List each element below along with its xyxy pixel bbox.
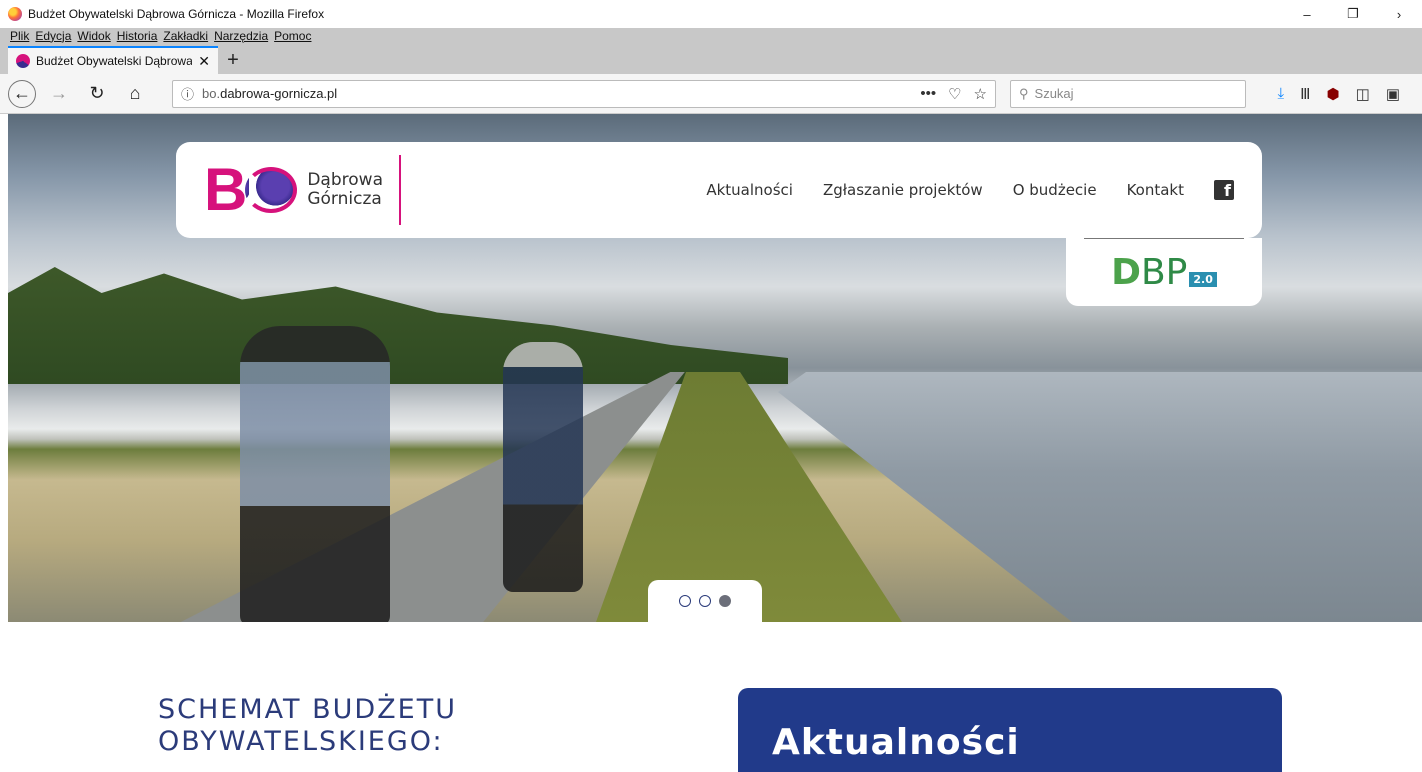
menu-pomoc[interactable]: Pomoc: [274, 29, 311, 43]
site-logo[interactable]: B Dąbrowa Górnicza: [204, 155, 401, 225]
arrow-left-icon: ←: [13, 83, 31, 103]
dbp-logo-bp: BP: [1140, 251, 1188, 293]
hero-cyclist-man: [503, 342, 583, 592]
firefox-icon: [8, 7, 22, 21]
logo-city-name: Dąbrowa Górnicza: [307, 171, 383, 208]
page-actions-icon[interactable]: •••: [920, 85, 936, 103]
menubar: Plik Edycja Widok Historia Zakładki Narz…: [0, 28, 1422, 44]
dbp-logo-d: D: [1111, 251, 1141, 293]
budget-schema-line2: OBYWATELSKIEGO:: [158, 726, 444, 758]
download-icon[interactable]: ⤓: [1278, 85, 1285, 102]
nav-kontakt[interactable]: Kontakt: [1127, 181, 1184, 199]
nav-o-budzecie[interactable]: O budżecie: [1013, 181, 1097, 199]
budget-schema-heading: SCHEMAT BUDŻETU OBYWATELSKIEGO:: [158, 694, 457, 759]
tab-close-icon[interactable]: ✕: [198, 53, 210, 70]
slider-dot-3[interactable]: [719, 595, 731, 607]
home-icon: ⌂: [129, 83, 141, 103]
menu-widok[interactable]: Widok: [77, 29, 110, 43]
tab-title: Budżet Obywatelski Dąbrowa G: [36, 54, 193, 68]
more-button[interactable]: ›: [1376, 7, 1422, 22]
site-favicon-icon: [16, 54, 30, 68]
pocket-icon[interactable]: ♡: [948, 85, 961, 103]
logo-letter: B: [204, 156, 248, 223]
toolbar-icons: ⤓ Ⅲ ⬢ ◫ ▣: [1278, 85, 1414, 103]
facebook-icon[interactable]: f: [1214, 180, 1234, 200]
dbp-logo: D BP 2.0: [1111, 252, 1217, 293]
hero-cyclist-woman: [240, 326, 390, 622]
info-icon[interactable]: ⓘ: [181, 84, 194, 103]
budget-schema-line1: SCHEMAT BUDŻETU: [158, 694, 457, 725]
window-titlebar: Budżet Obywatelski Dąbrowa Górnicza - Mo…: [0, 0, 1422, 28]
url-actions: ••• ♡ ☆: [920, 85, 987, 103]
logo-city-line1: Dąbrowa: [307, 170, 383, 191]
tab-strip: Budżet Obywatelski Dąbrowa G ✕ +: [0, 44, 1422, 74]
reload-icon: ↻: [89, 83, 105, 103]
nav-aktualnosci[interactable]: Aktualności: [706, 181, 793, 199]
minimize-button[interactable]: –: [1284, 7, 1330, 22]
url-prefix: bo.: [202, 86, 221, 101]
tab-active[interactable]: Budżet Obywatelski Dąbrowa G ✕: [8, 46, 218, 74]
logo-city-line2: Górnicza: [307, 189, 382, 209]
logo-hands-icon: [245, 167, 298, 213]
extension-icon[interactable]: ▣: [1386, 85, 1400, 103]
maximize-button[interactable]: ❐: [1330, 6, 1376, 22]
dbp-logo-box[interactable]: D BP 2.0: [1066, 238, 1262, 306]
news-panel-title: Aktualności: [772, 722, 1020, 763]
window-controls: – ❐ ›: [1284, 0, 1422, 28]
window-title: Budżet Obywatelski Dąbrowa Górnicza - Mo…: [28, 7, 325, 21]
reload-button[interactable]: ↻: [82, 79, 112, 109]
slider-pagination: [648, 580, 762, 622]
search-placeholder: Szukaj: [1034, 86, 1074, 101]
arrow-right-icon: →: [50, 83, 68, 103]
search-bar[interactable]: ⚲ Szukaj: [1010, 79, 1246, 108]
home-button[interactable]: ⌂: [120, 79, 150, 109]
menu-narzedzia[interactable]: Narzędzia: [214, 29, 268, 43]
sidebar-icon[interactable]: ◫: [1356, 85, 1370, 103]
dbp-logo-version: 2.0: [1189, 271, 1217, 287]
bookmark-star-icon[interactable]: ☆: [974, 85, 987, 103]
web-page: B Dąbrowa Górnicza Aktualności Zgłaszani…: [0, 114, 1422, 772]
hero-trees: [8, 267, 788, 384]
url-bar[interactable]: ⓘ bo. dabrowa-gornicza.pl ••• ♡ ☆: [172, 79, 996, 108]
news-panel: Aktualności: [738, 688, 1282, 772]
menu-zakladki[interactable]: Zakładki: [163, 29, 208, 43]
back-button[interactable]: ←: [8, 79, 36, 108]
ublock-icon[interactable]: ⬢: [1327, 85, 1340, 103]
slider-dot-1[interactable]: [679, 595, 691, 607]
main-nav: Aktualności Zgłaszanie projektów O budże…: [706, 180, 1234, 200]
search-icon: ⚲: [1019, 85, 1029, 101]
forward-button[interactable]: →: [44, 79, 74, 109]
menu-plik[interactable]: Plik: [10, 29, 29, 43]
navigation-toolbar: ← → ↻ ⌂ ⓘ bo. dabrowa-gornicza.pl ••• ♡ …: [0, 74, 1422, 114]
url-host: dabrowa-gornicza.pl: [220, 86, 338, 101]
nav-zglaszanie-projektow[interactable]: Zgłaszanie projektów: [823, 181, 983, 199]
slider-dot-2[interactable]: [699, 595, 711, 607]
site-header: B Dąbrowa Górnicza Aktualności Zgłaszani…: [176, 142, 1262, 238]
menu-edycja[interactable]: Edycja: [35, 29, 71, 43]
menu-historia[interactable]: Historia: [117, 29, 158, 43]
new-tab-button[interactable]: +: [218, 46, 248, 74]
library-icon[interactable]: Ⅲ: [1300, 85, 1310, 103]
